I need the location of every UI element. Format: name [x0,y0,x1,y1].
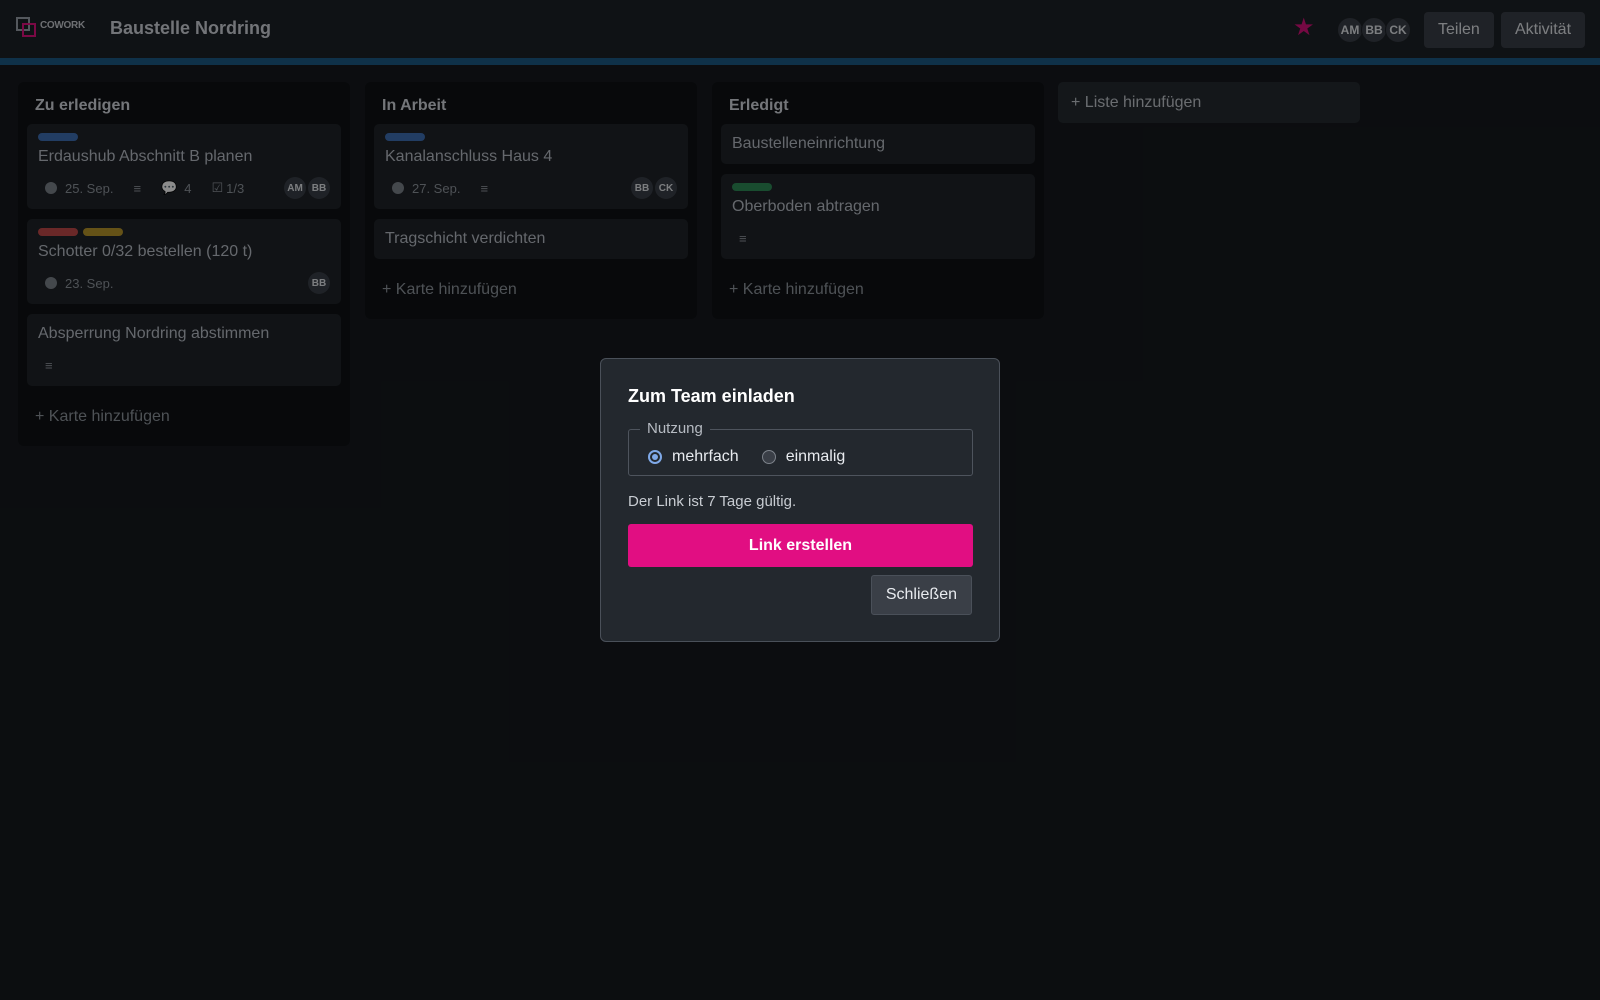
invite-dialog: Zum Team einladen Nutzung mehrfach einma… [600,358,1000,642]
usage-legend: Nutzung [640,420,710,437]
create-link-button[interactable]: Link erstellen [628,524,973,567]
radio-mehrfach[interactable]: mehrfach [648,448,739,466]
radio-einmalig[interactable]: einmalig [761,448,845,466]
dialog-title: Zum Team einladen [628,386,795,406]
radio-button-selected[interactable] [648,450,662,464]
close-button[interactable]: Schließen [870,575,972,615]
validity-hint: Der Link ist 7 Tage gültig. [628,493,797,510]
radio-button[interactable] [761,450,776,464]
usage-fieldset: Nutzung mehrfach einmalig [628,420,973,476]
